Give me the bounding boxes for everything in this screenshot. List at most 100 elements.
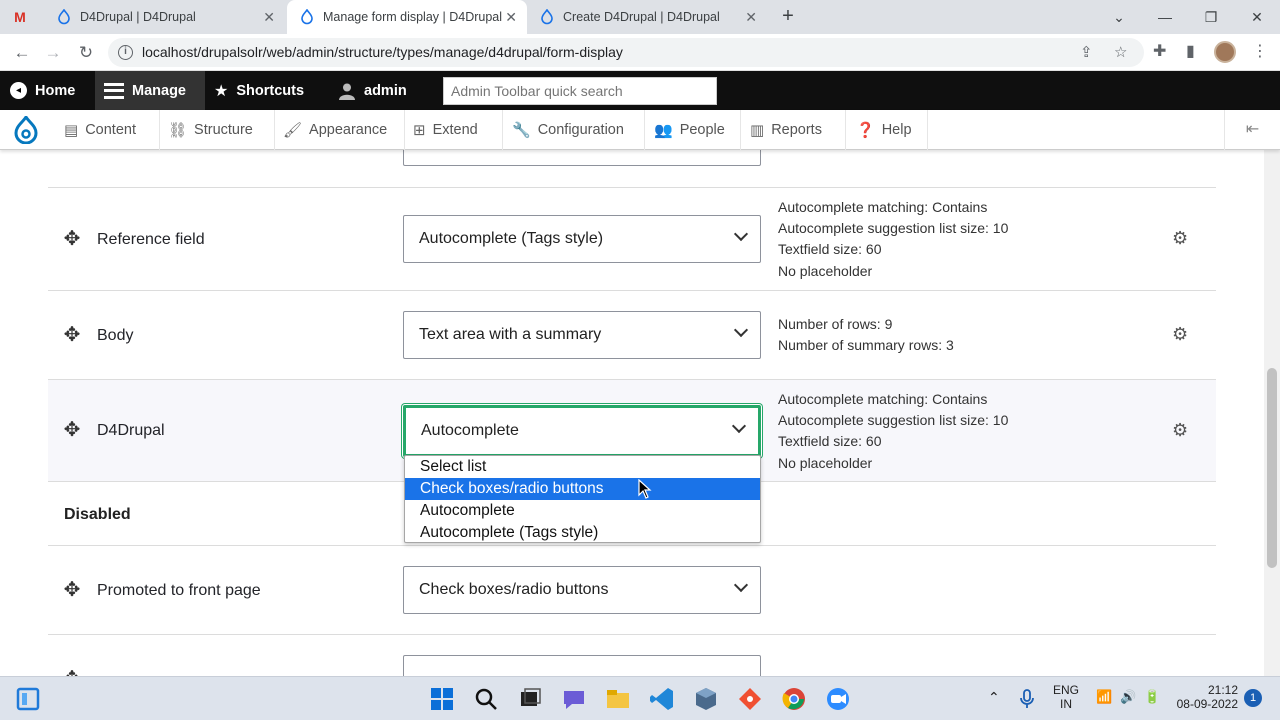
chrome-icon[interactable] — [780, 685, 808, 713]
table-row: ✥ Body Text area with a summary Number o… — [48, 291, 1216, 380]
tab-title: Create D4Drupal | D4Drupal — [563, 10, 720, 24]
site-info-icon[interactable]: i — [118, 45, 133, 60]
dropdown-option-autocomplete-tags[interactable]: Autocomplete (Tags style) — [405, 522, 760, 544]
git-icon[interactable] — [736, 685, 764, 713]
toolbar-home[interactable]: ◂ Home — [10, 71, 75, 110]
dropdown-option-autocomplete[interactable]: Autocomplete — [405, 500, 760, 522]
toolbar-home-label: Home — [35, 82, 76, 99]
back-icon[interactable]: ← — [9, 40, 35, 66]
restore-icon[interactable]: ❐ — [1188, 4, 1234, 30]
close-tab-icon[interactable]: ✕ — [745, 9, 757, 26]
menu-item-extend[interactable]: ⊞ Extend — [405, 110, 503, 150]
windows-start-icon[interactable] — [428, 685, 456, 713]
widget-select[interactable] — [403, 655, 761, 676]
menu-item-people[interactable]: 👥 People — [645, 110, 741, 150]
url-text[interactable]: localhost/drupalsolr/web/admin/structure… — [142, 44, 623, 60]
microphone-icon[interactable] — [1015, 687, 1039, 711]
tab-d4drupal[interactable]: M D4Drupal | D4Drupal ✕ — [0, 0, 285, 34]
tab-search-icon[interactable]: ⌄ — [1096, 4, 1142, 30]
wifi-icon[interactable]: 📶 — [1096, 690, 1112, 704]
collapse-tray-icon[interactable]: ⇤ — [1224, 110, 1280, 150]
widget-select[interactable]: Autocomplete — [403, 405, 761, 457]
widget-select[interactable] — [403, 150, 761, 166]
reload-icon[interactable]: ↻ — [73, 40, 99, 66]
table-row — [48, 150, 1216, 188]
widget-summary: Autocomplete matching: Contains Autocomp… — [778, 197, 1008, 282]
menu-item-structure[interactable]: ⛓ Structure — [160, 110, 275, 150]
new-tab-button[interactable]: + — [776, 5, 800, 29]
search-icon[interactable] — [472, 685, 500, 713]
avatar[interactable] — [1214, 41, 1236, 63]
menu-item-configuration[interactable]: 🔧 Configuration — [503, 110, 645, 150]
form-display-table: ✥ Reference field Autocomplete (Tags sty… — [0, 150, 1264, 676]
close-window-icon[interactable]: ✕ — [1234, 4, 1280, 30]
tab-manage-form-display[interactable]: Manage form display | D4Drupal ✕ — [287, 0, 527, 34]
clock[interactable]: 21:12 08-09-2022 — [1168, 683, 1238, 711]
mouse-pointer-icon — [638, 479, 652, 499]
menu-item-reports[interactable]: ▥ Reports — [741, 110, 846, 150]
volume-icon[interactable]: 🔊 — [1120, 690, 1136, 704]
table-row: ✥ Reference field Autocomplete (Tags sty… — [48, 188, 1216, 291]
battery-icon[interactable]: 🔋 — [1144, 690, 1160, 704]
virtualbox-icon[interactable] — [692, 685, 720, 713]
gmail-icon[interactable]: M — [12, 9, 28, 25]
chevron-down-icon — [731, 418, 747, 434]
widget-select[interactable]: Autocomplete (Tags style) — [403, 215, 761, 263]
extensions-icon[interactable]: ✚ — [1153, 41, 1166, 61]
summary-line: Autocomplete suggestion list size: 10 — [778, 220, 1009, 237]
admin-toolbar: ◂ Home Manage ★ Shortcuts admin — [0, 71, 1280, 110]
drag-handle-icon[interactable]: ✥ — [62, 229, 82, 249]
drag-handle-icon[interactable]: ✥ — [62, 325, 82, 345]
menu-icon[interactable]: ⋮ — [1252, 41, 1268, 61]
menu-item-content[interactable]: ▤ Content — [50, 110, 160, 150]
dropdown-option-checkboxes[interactable]: Check boxes/radio buttons — [405, 478, 760, 500]
toolbar-shortcuts[interactable]: ★ Shortcuts — [214, 71, 304, 110]
show-hidden-icons-icon[interactable]: ⌃ — [988, 690, 1000, 704]
gear-icon[interactable]: ⚙ — [1172, 420, 1188, 441]
toolbar-user[interactable]: admin — [338, 71, 407, 110]
vscode-icon[interactable] — [648, 685, 676, 713]
user-icon — [339, 83, 355, 100]
drag-handle-icon[interactable]: ✥ — [62, 669, 82, 676]
menu-item-appearance[interactable]: 🖌 Appearance — [275, 110, 405, 150]
task-view-icon[interactable] — [516, 685, 544, 713]
field-label: D4Drupal — [97, 422, 165, 439]
chat-icon[interactable] — [560, 685, 588, 713]
page-scrollbar[interactable] — [1264, 150, 1280, 676]
toolbar-manage[interactable]: Manage — [95, 71, 205, 110]
forward-icon[interactable]: → — [40, 40, 66, 66]
structure-icon: ⛓ — [168, 122, 188, 139]
share-icon[interactable]: ⇪ — [1080, 43, 1093, 61]
drag-handle-icon[interactable]: ✥ — [62, 420, 82, 440]
dropdown-option-select-list[interactable]: Select list — [405, 456, 760, 478]
notification-badge[interactable]: 1 — [1244, 689, 1262, 707]
side-panel-icon[interactable]: ▮ — [1186, 41, 1195, 61]
language-indicator[interactable]: ENG IN — [1050, 683, 1082, 711]
minimize-icon[interactable]: — — [1142, 4, 1188, 30]
windows-taskbar: ⌃ ENG IN 📶 🔊 🔋 21:12 08-09-2022 1 — [0, 676, 1280, 720]
drag-handle-icon[interactable]: ✥ — [62, 580, 82, 600]
menu-item-label: Content — [85, 122, 136, 138]
widgets-icon[interactable] — [14, 685, 42, 713]
address-bar[interactable]: i localhost/drupalsolr/web/admin/structu… — [108, 38, 1144, 67]
menu-item-label: Structure — [194, 122, 253, 138]
admin-toolbar-search-input[interactable] — [443, 77, 717, 105]
widget-summary: Autocomplete matching: Contains Autocomp… — [778, 389, 1008, 474]
menu-item-help[interactable]: ❓ Help — [846, 110, 928, 150]
widget-select[interactable]: Text area with a summary — [403, 311, 761, 359]
bookmark-star-icon[interactable]: ☆ — [1114, 43, 1127, 61]
tab-create-d4drupal[interactable]: Create D4Drupal | D4Drupal ✕ — [527, 0, 767, 34]
language-bottom: IN — [1060, 697, 1072, 711]
hamburger-icon — [104, 82, 124, 99]
widget-select[interactable]: Check boxes/radio buttons — [403, 566, 761, 614]
file-explorer-icon[interactable] — [604, 685, 632, 713]
admin-menu-tray: ▤ Content ⛓ Structure 🖌 Appearance ⊞ Ext… — [0, 110, 1280, 150]
gear-icon[interactable]: ⚙ — [1172, 324, 1188, 345]
scrollbar-thumb[interactable] — [1267, 368, 1277, 568]
close-tab-icon[interactable]: ✕ — [263, 9, 275, 26]
close-tab-icon[interactable]: ✕ — [505, 9, 517, 26]
zoom-icon[interactable] — [824, 685, 852, 713]
summary-line: Number of rows: 9 — [778, 316, 893, 332]
drupal-logo-icon[interactable] — [13, 116, 39, 144]
gear-icon[interactable]: ⚙ — [1172, 228, 1188, 249]
